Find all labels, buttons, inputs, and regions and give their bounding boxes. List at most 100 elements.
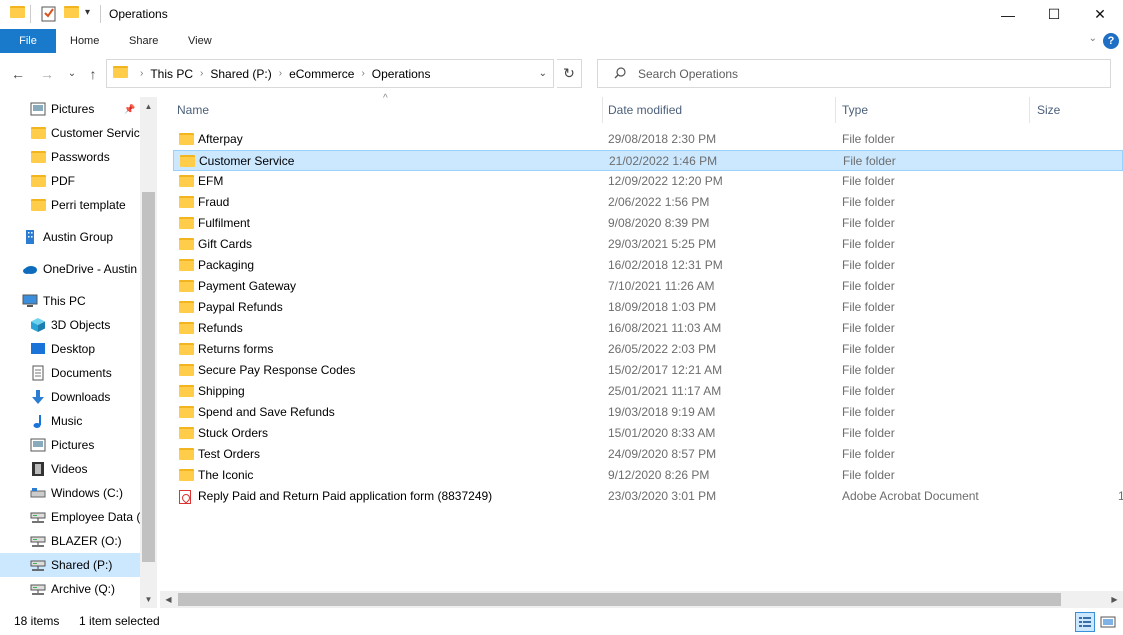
sidebar-item-label: PDF <box>51 174 75 188</box>
address-dropdown-icon[interactable]: ⌄ <box>539 60 547 87</box>
sidebar-item-blazer-o[interactable]: BLAZER (O:) <box>0 529 140 553</box>
file-row[interactable]: Test Orders 24/09/2020 8:57 PM File folder <box>173 444 1123 465</box>
column-header-type[interactable]: Type <box>842 97 868 123</box>
file-type: File folder <box>842 468 895 482</box>
file-row[interactable]: Afterpay 29/08/2018 2:30 PM File folder <box>173 129 1123 150</box>
tab-share[interactable]: Share <box>129 29 158 53</box>
tab-view[interactable]: View <box>188 29 212 53</box>
file-row[interactable]: Paypal Refunds 18/09/2018 1:03 PM File fol… <box>173 297 1123 318</box>
up-button[interactable]: ↑ <box>84 65 102 83</box>
refresh-button[interactable]: ↻ <box>557 59 582 88</box>
sidebar-item-music[interactable]: Music <box>0 409 140 433</box>
sidebar-item-passwords[interactable]: Passwords <box>0 145 140 169</box>
file-row[interactable]: Reply Paid and Return Paid application f… <box>173 486 1123 507</box>
file-row[interactable]: Payment Gateway 7/10/2021 11:26 AM File fo… <box>173 276 1123 297</box>
file-date-modified: 16/02/2018 12:31 PM <box>608 258 723 272</box>
large-icons-view-button[interactable] <box>1098 612 1118 632</box>
recent-locations-button[interactable]: ⌄ <box>63 65 81 83</box>
folder-icon <box>113 66 128 80</box>
file-row[interactable]: Stuck Orders 15/01/2020 8:33 AM File folde… <box>173 423 1123 444</box>
scroll-left-arrow[interactable]: ◀ <box>160 591 177 608</box>
column-header-date[interactable]: Date modified <box>608 97 682 123</box>
sidebar-item-label: Documents <box>51 366 112 380</box>
sidebar-item-pictures[interactable]: Pictures 📌 <box>0 97 140 121</box>
horizontal-scrollbar[interactable]: ◀ ▶ <box>160 591 1123 608</box>
sidebar-item-onedrive-austin[interactable]: OneDrive - Austin <box>0 257 140 281</box>
sidebar-item-desktop[interactable]: Desktop <box>0 337 140 361</box>
file-row[interactable]: EFM 12/09/2022 12:20 PM File folder <box>173 171 1123 192</box>
file-row[interactable]: Returns forms 26/05/2022 2:03 PM File fold… <box>173 339 1123 360</box>
file-row[interactable]: Refunds 16/08/2021 11:03 AM File folder <box>173 318 1123 339</box>
file-row[interactable]: Gift Cards 29/03/2021 5:25 PM File folder <box>173 234 1123 255</box>
sidebar-item-perri-template[interactable]: Perri template <box>0 193 140 217</box>
sidebar-item-employee-data[interactable]: Employee Data ( <box>0 505 140 529</box>
folder-icon <box>30 173 46 189</box>
sidebar-item-this-pc[interactable]: This PC <box>0 289 140 313</box>
pin-icon: 📌 <box>124 103 136 114</box>
sidebar-item-customer-servic[interactable]: Customer Servic <box>0 121 140 145</box>
file-row[interactable]: Customer Service 21/02/2022 1:46 PM File f… <box>173 150 1123 171</box>
address-bar[interactable]: › This PC › Shared (P:) › eCommerce › Op… <box>106 59 554 88</box>
file-date-modified: 2/06/2022 1:56 PM <box>608 195 710 209</box>
minimize-button[interactable]: — <box>985 0 1031 29</box>
sidebar-item-windows-c[interactable]: Windows (C:) <box>0 481 140 505</box>
file-row[interactable]: Spend and Save Refunds 19/03/2018 9:19 AM… <box>173 402 1123 423</box>
sidebar-item-archive-q[interactable]: Archive (Q:) <box>0 577 140 601</box>
file-size: 1 <box>1118 489 1123 503</box>
breadcrumb-separator[interactable]: › <box>200 68 203 79</box>
breadcrumb-shared[interactable]: Shared (P:) <box>210 67 271 81</box>
sidebar-item-label: Perri template <box>51 198 126 212</box>
help-button[interactable]: ? <box>1103 33 1119 49</box>
horizontal-scroll-thumb[interactable] <box>178 593 1061 606</box>
column-divider[interactable] <box>602 97 603 123</box>
search-input[interactable] <box>638 65 1098 82</box>
breadcrumb-separator[interactable]: › <box>140 68 143 79</box>
tab-home[interactable]: Home <box>70 29 99 53</box>
scroll-up-arrow[interactable]: ▲ <box>140 98 157 115</box>
forward-button[interactable]: → <box>38 65 56 83</box>
sidebar-item-label: Austin Group <box>43 230 114 244</box>
collapse-ribbon-icon[interactable]: ⌄ <box>1089 33 1097 44</box>
breadcrumb-separator[interactable]: › <box>361 68 364 79</box>
file-type: File folder <box>842 258 895 272</box>
column-header-name[interactable]: Name <box>177 97 209 123</box>
details-view-button[interactable] <box>1075 612 1095 632</box>
file-row[interactable]: Fulfilment 9/08/2020 8:39 PM File folder <box>173 213 1123 234</box>
search-box[interactable] <box>597 59 1111 88</box>
file-name: Paypal Refunds <box>198 300 283 314</box>
scroll-down-arrow[interactable]: ▼ <box>140 591 157 608</box>
folder-icon <box>179 196 194 210</box>
sidebar-scroll-thumb[interactable] <box>142 192 155 562</box>
file-row[interactable]: The Iconic 9/12/2020 8:26 PM File folder <box>173 465 1123 486</box>
properties-icon[interactable] <box>41 5 57 23</box>
file-row[interactable]: Secure Pay Response Codes 15/02/2017 12:2… <box>173 360 1123 381</box>
sidebar-item-shared-p[interactable]: Shared (P:) <box>0 553 140 577</box>
back-button[interactable]: ← <box>9 65 27 83</box>
sidebar-item-3d-objects[interactable]: 3D Objects <box>0 313 140 337</box>
breadcrumb-ecommerce[interactable]: eCommerce <box>289 67 354 81</box>
file-row[interactable]: Shipping 25/01/2021 11:17 AM File folder <box>173 381 1123 402</box>
folder-icon[interactable] <box>10 6 25 24</box>
sidebar-item-documents[interactable]: Documents <box>0 361 140 385</box>
breadcrumb-separator[interactable]: › <box>279 68 282 79</box>
file-date-modified: 9/08/2020 8:39 PM <box>608 216 710 230</box>
sidebar-item-downloads[interactable]: Downloads <box>0 385 140 409</box>
maximize-button[interactable]: ☐ <box>1031 0 1077 29</box>
column-header-size[interactable]: Size <box>1037 97 1060 123</box>
tab-file[interactable]: File <box>0 29 56 53</box>
file-row[interactable]: Packaging 16/02/2018 12:31 PM File folder <box>173 255 1123 276</box>
new-folder-icon[interactable] <box>64 6 79 24</box>
sidebar-item-pictures[interactable]: Pictures <box>0 433 140 457</box>
breadcrumb-operations[interactable]: Operations <box>372 67 431 81</box>
customize-quick-access-icon[interactable]: ▾ <box>85 7 90 25</box>
sidebar-item-label: Pictures <box>51 102 95 116</box>
column-divider[interactable] <box>1029 97 1030 123</box>
column-divider[interactable] <box>835 97 836 123</box>
sidebar-item-videos[interactable]: Videos <box>0 457 140 481</box>
scroll-right-arrow[interactable]: ▶ <box>1106 591 1123 608</box>
sidebar-item-pdf[interactable]: PDF <box>0 169 140 193</box>
breadcrumb-this-pc[interactable]: This PC <box>150 67 193 81</box>
close-button[interactable]: ✕ <box>1077 0 1123 29</box>
file-row[interactable]: Fraud 2/06/2022 1:56 PM File folder <box>173 192 1123 213</box>
sidebar-item-austin-group[interactable]: Austin Group <box>0 225 140 249</box>
